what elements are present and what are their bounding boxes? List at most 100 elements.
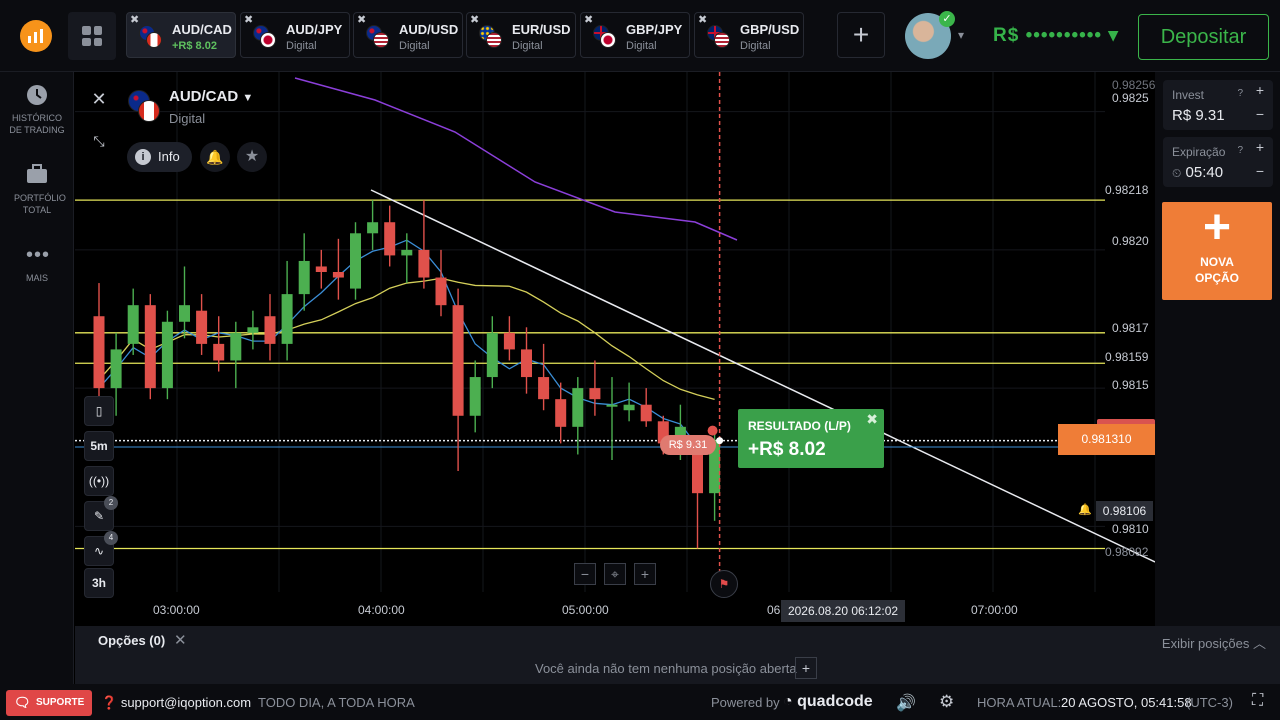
reset-zoom-icon[interactable]: ⌖: [604, 563, 626, 585]
candle-body: [350, 233, 361, 289]
close-icon[interactable]: ✖: [866, 411, 878, 428]
moving-average-line: [98, 277, 715, 401]
invest-value[interactable]: R$ 9.31: [1172, 107, 1225, 124]
sidebar-item-history[interactable]: HISTÓRICO DE TRADING: [0, 84, 74, 136]
close-icon[interactable]: ✖: [698, 13, 707, 26]
avatar[interactable]: ✓: [905, 11, 955, 59]
trade-panel: Invest ? R$ 9.31 + − Expiração ? ⏲ 05:40…: [1155, 72, 1280, 626]
current-price-tag: 0.981310: [1058, 424, 1155, 455]
chevron-down-icon[interactable]: ▾: [958, 28, 964, 42]
all-assets-button[interactable]: [68, 12, 116, 60]
sidebar-item-more[interactable]: ••• MAIS: [0, 244, 74, 284]
alert-price-tag[interactable]: 0.98106: [1096, 501, 1153, 521]
asset-tab[interactable]: ✖ EUR/USD Digital: [466, 12, 576, 58]
invest-field[interactable]: Invest ? R$ 9.31 + −: [1163, 80, 1273, 130]
close-icon[interactable]: ✖: [470, 13, 479, 26]
chevron-up-icon: ︿: [1252, 636, 1266, 651]
sound-icon[interactable]: 🔊: [896, 693, 916, 713]
deposit-button[interactable]: Depositar: [1138, 14, 1269, 60]
left-sidebar: HISTÓRICO DE TRADING PORTFÓLIO TOTAL •••…: [0, 72, 74, 720]
bell-icon[interactable]: 🔔: [200, 142, 230, 172]
candle-type-button[interactable]: ▯: [84, 396, 114, 426]
range-button[interactable]: 3h: [84, 568, 114, 598]
add-option-button[interactable]: +: [795, 657, 817, 679]
iq-option-logo[interactable]: [20, 20, 52, 52]
expiry-plus-button[interactable]: +: [1251, 139, 1269, 155]
invest-label: Invest: [1172, 88, 1205, 102]
sidebar-item-portfolio[interactable]: PORTFÓLIO TOTAL: [0, 164, 74, 216]
add-asset-tab-button[interactable]: +: [837, 12, 885, 58]
invest-minus-button[interactable]: −: [1251, 106, 1269, 122]
candle-body: [367, 222, 379, 234]
timeframe-button[interactable]: 5m: [84, 431, 114, 461]
price-axis-label: 0.9825: [1112, 91, 1149, 105]
help-icon[interactable]: ?: [1237, 88, 1243, 99]
invest-plus-button[interactable]: +: [1251, 82, 1269, 98]
asset-tab[interactable]: ✖ AUD/JPY Digital: [240, 12, 350, 58]
candle-body: [110, 349, 122, 389]
quadcode-logo: ◔ quadcode: [783, 693, 873, 710]
balance-display[interactable]: R$ •••••••••• ▾: [993, 24, 1119, 47]
candle-body: [692, 454, 703, 494]
sidebar-item-label: PORTFÓLIO TOTAL: [14, 193, 66, 215]
result-card[interactable]: RESULTADO (L/P) +R$ 8.02 ✖: [738, 409, 884, 468]
tab-asset-name: GBP/JPY: [626, 22, 683, 37]
currency-flag-icon: [707, 25, 730, 48]
time-axis-label: 04:00:00: [358, 603, 405, 617]
candle-body: [521, 349, 532, 378]
info-icon: i: [135, 149, 151, 165]
info-button[interactable]: i Info: [127, 142, 192, 172]
bell-icon[interactable]: 🔔: [1078, 503, 1092, 516]
star-icon[interactable]: ★: [237, 142, 267, 172]
expiry-field[interactable]: Expiração ? ⏲ 05:40 + −: [1163, 137, 1273, 187]
new-option-button[interactable]: + NOVA OPÇÃO: [1162, 202, 1272, 300]
asset-type: Digital: [169, 111, 206, 126]
close-icon[interactable]: ✕: [174, 631, 187, 649]
time-axis-label: 07:00:00: [971, 603, 1018, 617]
expiry-value[interactable]: ⏲ 05:40: [1172, 164, 1223, 181]
asset-tab[interactable]: ✖ AUD/USD Digital: [353, 12, 463, 58]
tab-asset-sub: Digital: [512, 40, 543, 52]
entry-point-marker: [707, 425, 718, 436]
close-icon[interactable]: ✖: [130, 13, 139, 26]
options-tab[interactable]: Opções (0): [98, 633, 165, 648]
expiry-label: Expiração: [1172, 145, 1226, 159]
price-axis-label: 0.98092: [1105, 545, 1149, 559]
result-label: RESULTADO (L/P): [748, 419, 851, 433]
collapse-icon[interactable]: ⤡: [84, 126, 114, 156]
asset-name[interactable]: AUD/CAD ▼: [169, 88, 253, 105]
candle-body: [555, 399, 567, 427]
close-icon[interactable]: ✖: [244, 13, 253, 26]
help-icon[interactable]: ?: [1237, 145, 1243, 156]
close-icon[interactable]: ✖: [357, 13, 366, 26]
tab-asset-name: AUD/CAD: [172, 22, 232, 37]
asset-tab[interactable]: ✖ AUD/CAD +R$ 8.02: [126, 12, 236, 58]
candle-body: [384, 222, 396, 256]
timezone: (UTC-3): [1186, 695, 1233, 710]
support-button[interactable]: SUPORTE: [6, 690, 92, 716]
candle-body: [230, 332, 242, 361]
support-hours: TODO DIA, A TODA HORA: [258, 695, 415, 710]
asset-tab[interactable]: ✖ GBP/JPY Digital: [580, 12, 690, 58]
support-email-link[interactable]: ❓ support@iqoption.com: [101, 695, 251, 711]
candle-body: [179, 305, 190, 322]
gear-icon[interactable]: ⚙: [939, 692, 954, 712]
signal-icon[interactable]: ((•)): [84, 466, 114, 496]
candle-body: [486, 332, 498, 378]
time-axis-label: 06: [767, 603, 781, 617]
indicator-count-badge: 4: [104, 531, 118, 545]
more-icon: •••: [26, 244, 51, 266]
zoom-out-button[interactable]: −: [574, 563, 596, 585]
asset-tab[interactable]: ✖ GBP/USD Digital: [694, 12, 804, 58]
show-positions-button[interactable]: Exibir posições ︿: [1162, 633, 1266, 652]
result-value: +R$ 8.02: [748, 439, 826, 460]
candle-body: [281, 294, 293, 344]
close-icon[interactable]: ✖: [584, 13, 593, 26]
tab-asset-sub: Digital: [399, 40, 430, 52]
price-axis-label: 0.9820: [1112, 234, 1149, 248]
zoom-in-button[interactable]: +: [634, 563, 656, 585]
fullscreen-icon[interactable]: ⛶: [1252, 692, 1263, 710]
price-axis-label: 0.98218: [1105, 183, 1149, 197]
close-chart-button[interactable]: ✕: [84, 84, 114, 114]
expiry-minus-button[interactable]: −: [1251, 163, 1269, 179]
